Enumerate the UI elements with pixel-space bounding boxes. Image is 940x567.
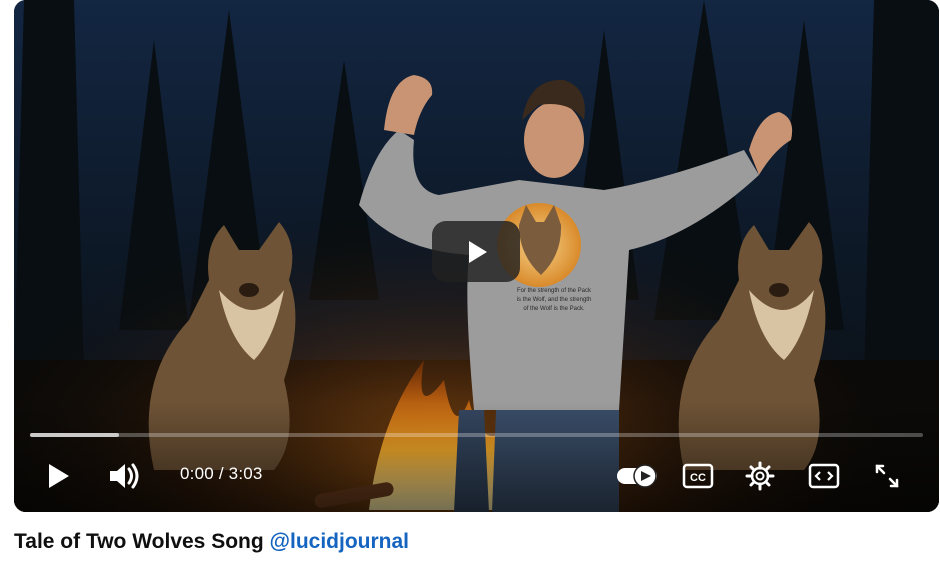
progress-played: [30, 433, 120, 437]
video-title: Tale of Two Wolves Song: [14, 530, 270, 553]
channel-handle-link[interactable]: @lucidjournal: [270, 530, 409, 553]
volume-icon: [110, 463, 139, 489]
captions-button[interactable]: CC: [680, 456, 716, 496]
video-player[interactable]: For the strength of the Pack is the Wolf…: [14, 0, 939, 512]
current-time: 0:00: [180, 464, 214, 483]
svg-text:For the strength of the Pack: For the strength of the Pack: [517, 288, 592, 294]
embed-icon: [808, 463, 840, 489]
fullscreen-button[interactable]: [869, 456, 905, 496]
play-icon: [49, 464, 69, 488]
play-button[interactable]: [40, 456, 76, 496]
center-play-button[interactable]: [432, 221, 520, 282]
autoplay-toggle-icon: [617, 464, 657, 488]
svg-text:of the Wolf is the Pack.: of the Wolf is the Pack.: [523, 306, 585, 312]
settings-icon: [745, 461, 775, 491]
embed-button[interactable]: [804, 456, 844, 496]
controls-overlay: [14, 402, 939, 512]
fullscreen-icon: [875, 464, 899, 488]
svg-text:is the Wolf, and the strength: is the Wolf, and the strength: [517, 297, 592, 303]
video-caption: Tale of Two Wolves Song @lucidjournal: [14, 530, 409, 554]
svg-text:CC: CC: [690, 472, 706, 484]
settings-button[interactable]: [742, 456, 778, 496]
cc-icon: CC: [682, 463, 714, 489]
time-separator: /: [213, 464, 229, 483]
volume-button[interactable]: [104, 456, 144, 496]
time-display: 0:00 / 3:03: [180, 464, 263, 484]
progress-bar[interactable]: [30, 433, 923, 437]
autoplay-toggle[interactable]: [614, 456, 660, 496]
play-icon: [469, 240, 487, 263]
duration: 3:03: [228, 464, 263, 483]
